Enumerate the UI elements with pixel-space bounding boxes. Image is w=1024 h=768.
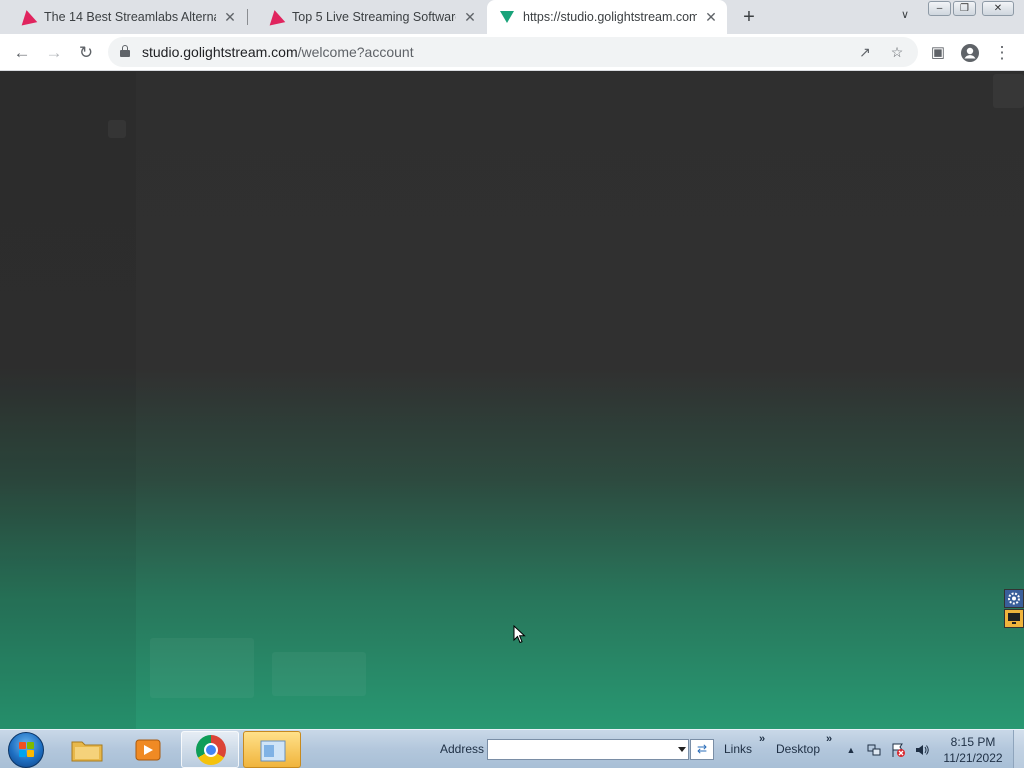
clock-date: 11/21/2022 xyxy=(943,751,1003,765)
browser-toolbar: ← → ↻ studio.golightstream.com/welcome?a… xyxy=(0,34,1024,71)
forward-icon[interactable]: → xyxy=(41,40,67,66)
clock-time: 8:15 PM xyxy=(950,735,996,749)
faint-card xyxy=(272,652,366,696)
windows-orb-icon xyxy=(8,732,44,768)
faint-widget xyxy=(108,120,126,138)
streamlabs-star-icon xyxy=(266,8,286,26)
restore-button[interactable]: ❐ xyxy=(953,1,976,16)
taskbar: Address ⇄ Links » Desktop » ▲ 8:15 PM 11… xyxy=(0,729,1024,768)
faint-widget xyxy=(993,74,1024,108)
desktop-chevron-icon[interactable]: » xyxy=(826,733,832,745)
taskbar-pinned-app[interactable] xyxy=(243,731,301,768)
tab-1[interactable]: The 14 Best Streamlabs Alternatives ✕ xyxy=(0,0,246,34)
taskbar-media-player[interactable] xyxy=(118,731,176,768)
streamlabs-star-icon xyxy=(18,8,38,26)
dropdown-arrow-icon[interactable] xyxy=(678,747,686,752)
close-icon[interactable]: ✕ xyxy=(222,9,238,25)
golightstream-icon xyxy=(499,9,515,25)
show-desktop-button[interactable] xyxy=(1013,730,1024,768)
address-bar[interactable]: studio.golightstream.com/welcome?account… xyxy=(108,37,918,67)
tab-strip: The 14 Best Streamlabs Alternatives ✕ To… xyxy=(0,0,1024,34)
gear-icon[interactable] xyxy=(1004,589,1024,608)
share-icon[interactable]: ↗ xyxy=(854,41,876,63)
new-tab-button[interactable]: + xyxy=(737,5,761,29)
lock-icon[interactable] xyxy=(120,45,130,57)
page-sidebar xyxy=(0,72,136,729)
close-window-button[interactable]: ✕ xyxy=(982,1,1014,16)
back-icon[interactable]: ← xyxy=(9,40,35,66)
desktop-toolbar[interactable]: Desktop xyxy=(776,742,820,756)
start-button[interactable] xyxy=(6,731,46,768)
action-center-flag-icon[interactable] xyxy=(890,742,906,758)
close-icon[interactable]: ✕ xyxy=(462,9,478,25)
network-icon[interactable] xyxy=(866,742,882,758)
taskbar-chrome[interactable] xyxy=(181,731,239,768)
reload-icon[interactable]: ↻ xyxy=(73,40,99,66)
tab-2[interactable]: Top 5 Live Streaming Software Options ✕ xyxy=(248,0,486,34)
address-toolbar-input[interactable] xyxy=(487,739,689,760)
page-content xyxy=(0,72,1024,729)
bookmark-star-icon[interactable]: ☆ xyxy=(886,41,908,63)
minimize-button[interactable]: ‒ xyxy=(928,1,951,16)
monitor-icon[interactable] xyxy=(1004,609,1024,628)
tab-3-active[interactable]: https://studio.golightstream.com ✕ xyxy=(487,0,727,34)
taskbar-explorer[interactable] xyxy=(57,731,115,768)
folder-icon xyxy=(71,741,103,762)
chrome-icon xyxy=(196,735,226,765)
menu-kebab-icon[interactable]: ⋮ xyxy=(989,40,1015,66)
close-icon[interactable]: ✕ xyxy=(703,9,719,25)
show-hidden-icons-icon[interactable]: ▲ xyxy=(843,742,859,758)
links-toolbar[interactable]: Links xyxy=(724,742,752,756)
tab-title: https://studio.golightstream.com xyxy=(523,10,697,24)
tab-title: Top 5 Live Streaming Software Options xyxy=(292,10,456,24)
address-toolbar-label: Address xyxy=(440,742,485,756)
url-text[interactable]: studio.golightstream.com/welcome?account xyxy=(142,44,414,60)
url-host: studio.golightstream.com xyxy=(142,44,298,60)
url-path: /welcome?account xyxy=(297,44,414,60)
tab-search-chevron-icon[interactable]: ∨ xyxy=(895,8,915,26)
app-window-icon xyxy=(260,740,286,762)
go-arrows-icon[interactable]: ⇄ xyxy=(690,739,714,760)
mouse-pointer-icon xyxy=(513,625,526,644)
tab-title: The 14 Best Streamlabs Alternatives xyxy=(44,10,216,24)
profile-avatar-icon[interactable] xyxy=(957,40,983,66)
system-clock[interactable]: 8:15 PM 11/21/2022 xyxy=(940,734,1006,766)
media-player-icon xyxy=(135,739,161,761)
faint-card xyxy=(150,638,254,698)
side-panel-icon[interactable]: ▣ xyxy=(925,40,951,66)
volume-icon[interactable] xyxy=(914,742,930,758)
links-chevron-icon[interactable]: » xyxy=(759,733,765,745)
